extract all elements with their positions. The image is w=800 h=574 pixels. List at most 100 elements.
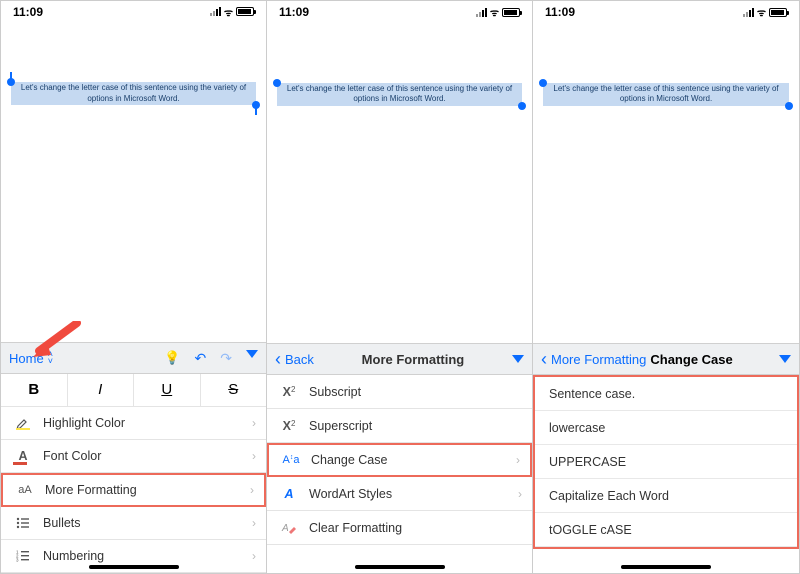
subscript-icon: X2	[279, 385, 299, 399]
selection-handle-end[interactable]	[785, 102, 793, 110]
time: 11:09	[545, 5, 575, 19]
pane-home: 11:09 ᯤ Let's change the letter case of …	[1, 1, 267, 573]
chevron-right-icon: ›	[252, 416, 256, 430]
wifi-icon: ᯤ	[757, 5, 766, 19]
option-sentence-case[interactable]: Sentence case.	[535, 377, 797, 411]
bold-button[interactable]: B	[1, 374, 68, 406]
document-area[interactable]: Let's change the letter case of this sen…	[267, 23, 532, 343]
clear-formatting-icon: A	[279, 520, 299, 536]
chevron-right-icon: ›	[252, 549, 256, 563]
font-color-icon: A	[13, 449, 33, 463]
label: Subscript	[309, 385, 361, 399]
label: Change Case	[311, 453, 387, 467]
label: Superscript	[309, 419, 372, 433]
chevron-left-icon: ‹	[541, 349, 547, 370]
battery-icon	[769, 8, 787, 17]
document-area[interactable]: Let's change the letter case of this sen…	[1, 22, 266, 342]
back-button[interactable]: ‹ More Formatting	[541, 349, 646, 370]
chevron-right-icon: ›	[252, 516, 256, 530]
panel-title: Change Case	[650, 352, 732, 367]
signal-icon	[210, 7, 221, 16]
case-options-group: Sentence case. lowercase UPPERCASE Capit…	[533, 375, 799, 549]
document-area[interactable]: Let's change the letter case of this sen…	[533, 23, 799, 343]
chevron-right-icon: ›	[252, 449, 256, 463]
highlight-icon	[13, 415, 33, 431]
wordart-icon: A	[279, 487, 299, 501]
home-indicator[interactable]	[89, 565, 179, 569]
label: Numbering	[43, 549, 104, 563]
wifi-icon: ᯤ	[490, 5, 499, 19]
battery-icon	[502, 8, 520, 17]
underline-button[interactable]: U	[134, 374, 201, 406]
back-label: More Formatting	[551, 352, 646, 367]
label: Clear Formatting	[309, 521, 402, 535]
row-highlight-color[interactable]: Highlight Color ›	[1, 407, 266, 440]
ribbon-toolbar: ‹ Back More Formatting	[267, 343, 532, 375]
status-bar: 11:09 ᯤ	[267, 1, 532, 23]
option-lowercase[interactable]: lowercase	[535, 411, 797, 445]
row-bullets[interactable]: Bullets ›	[1, 507, 266, 540]
selection-handle-end[interactable]	[518, 102, 526, 110]
time: 11:09	[13, 5, 43, 19]
status-icons: ᯤ	[743, 5, 787, 19]
ribbon-toolbar: ‹ More Formatting Change Case	[533, 343, 799, 375]
undo-icon[interactable]: ↶	[195, 350, 207, 367]
row-change-case[interactable]: A↕a Change Case ›	[267, 443, 532, 477]
option-uppercase[interactable]: UPPERCASE	[535, 445, 797, 479]
option-toggle-case[interactable]: tOGGLE cASE	[535, 513, 797, 547]
label: WordArt Styles	[309, 487, 392, 501]
italic-button[interactable]: I	[68, 374, 135, 406]
status-icons: ᯤ	[210, 5, 254, 19]
annotation-arrow	[29, 321, 81, 368]
redo-icon[interactable]: ↷	[220, 350, 232, 367]
time: 11:09	[279, 5, 309, 19]
selected-text[interactable]: Let's change the letter case of this sen…	[11, 82, 256, 105]
collapse-icon[interactable]	[246, 350, 258, 358]
back-label: Back	[285, 352, 314, 367]
row-superscript[interactable]: X2 Superscript	[267, 409, 532, 443]
label: More Formatting	[45, 483, 137, 497]
row-clear-formatting[interactable]: A Clear Formatting	[267, 511, 532, 545]
back-button[interactable]: ‹ Back	[275, 349, 314, 370]
three-pane-container: 11:09 ᯤ Let's change the letter case of …	[0, 0, 800, 574]
bullets-icon	[13, 516, 33, 530]
pane-change-case: 11:09 ᯤ Let's change the letter case of …	[533, 1, 799, 573]
row-subscript[interactable]: X2 Subscript	[267, 375, 532, 409]
chevron-right-icon: ›	[518, 487, 522, 501]
label: Highlight Color	[43, 416, 125, 430]
row-wordart[interactable]: A WordArt Styles ›	[267, 477, 532, 511]
selected-text[interactable]: Let's change the letter case of this sen…	[277, 83, 522, 106]
numbering-icon: 123	[13, 549, 33, 563]
chevron-right-icon: ›	[516, 453, 520, 467]
status-bar: 11:09 ᯤ	[1, 1, 266, 22]
svg-text:3: 3	[16, 557, 19, 562]
wifi-icon: ᯤ	[224, 5, 233, 19]
basic-format-row: B I U S	[1, 374, 266, 407]
selection-handle-start[interactable]	[539, 79, 547, 87]
panel-title: More Formatting	[314, 352, 512, 367]
chevron-right-icon: ›	[250, 483, 254, 497]
selected-text[interactable]: Let's change the letter case of this sen…	[543, 83, 789, 106]
status-bar: 11:09 ᯤ	[533, 1, 799, 23]
selection-handle-start[interactable]	[273, 79, 281, 87]
status-icons: ᯤ	[476, 5, 520, 19]
battery-icon	[236, 7, 254, 16]
signal-icon	[476, 8, 487, 17]
pane-more-formatting: 11:09 ᯤ Let's change the letter case of …	[267, 1, 533, 573]
label: Bullets	[43, 516, 81, 530]
signal-icon	[743, 8, 754, 17]
home-indicator[interactable]	[355, 565, 445, 569]
label: Font Color	[43, 449, 101, 463]
collapse-icon[interactable]	[512, 355, 524, 363]
row-font-color[interactable]: A Font Color ›	[1, 440, 266, 473]
strike-button[interactable]: S	[201, 374, 267, 406]
svg-text:A: A	[281, 523, 289, 534]
superscript-icon: X2	[279, 419, 299, 433]
option-capitalize-each-word[interactable]: Capitalize Each Word	[535, 479, 797, 513]
row-more-formatting[interactable]: aA More Formatting ›	[1, 473, 266, 506]
ideas-icon[interactable]: 💡	[164, 350, 180, 367]
chevron-left-icon: ‹	[275, 349, 281, 370]
collapse-icon[interactable]	[779, 355, 791, 363]
more-formatting-icon: aA	[15, 484, 35, 496]
home-indicator[interactable]	[621, 565, 711, 569]
